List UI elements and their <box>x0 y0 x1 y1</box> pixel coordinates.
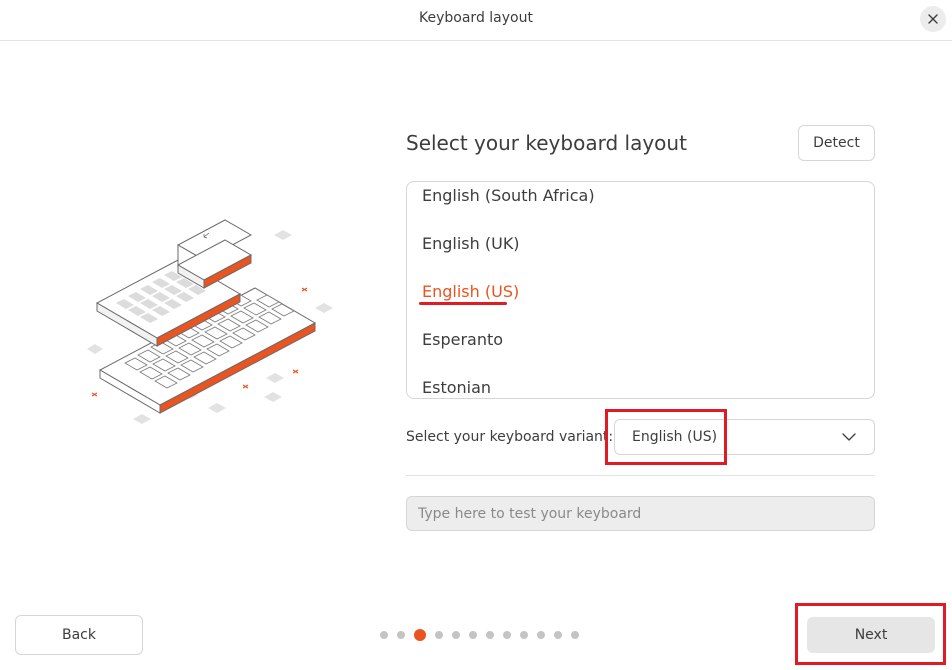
page-dot[interactable] <box>520 631 528 639</box>
page-dot[interactable] <box>571 631 579 639</box>
page-dot[interactable] <box>452 631 460 639</box>
list-item[interactable]: Esperanto <box>422 330 503 349</box>
page-dot[interactable] <box>397 631 405 639</box>
page-dot[interactable] <box>469 631 477 639</box>
page-dot[interactable] <box>537 631 545 639</box>
title-bar: Keyboard layout <box>0 0 952 41</box>
list-item[interactable]: Estonian <box>422 378 491 397</box>
page-heading: Select your keyboard layout <box>406 131 687 155</box>
page-dot[interactable] <box>554 631 562 639</box>
divider <box>406 475 875 476</box>
keyboard-test-input[interactable] <box>406 496 875 531</box>
list-item[interactable]: English (South Africa) <box>422 186 595 205</box>
page-dot[interactable] <box>503 631 511 639</box>
back-button[interactable]: Back <box>15 615 143 655</box>
page-dot[interactable] <box>486 631 494 639</box>
window-title: Keyboard layout <box>419 10 533 26</box>
page-dot[interactable] <box>380 631 388 639</box>
page-dot-current[interactable] <box>414 629 426 641</box>
list-item[interactable]: English (UK) <box>422 234 520 253</box>
next-button[interactable]: Next <box>807 617 935 653</box>
detect-button[interactable]: Detect <box>798 125 875 161</box>
list-item-selected[interactable]: English (US) <box>422 282 519 301</box>
close-button[interactable] <box>920 6 946 32</box>
selection-underline <box>419 302 507 305</box>
variant-label: Select your keyboard variant: <box>406 429 614 445</box>
keyboard-illustration <box>87 219 333 424</box>
close-icon <box>928 14 938 24</box>
layout-list[interactable]: English (South Africa) English (UK) Engl… <box>406 181 875 399</box>
page-dot[interactable] <box>435 631 443 639</box>
variant-dropdown[interactable]: English (US) <box>614 419 875 455</box>
variant-value: English (US) <box>632 429 718 445</box>
page-indicator <box>380 628 579 642</box>
chevron-down-icon <box>842 433 856 441</box>
